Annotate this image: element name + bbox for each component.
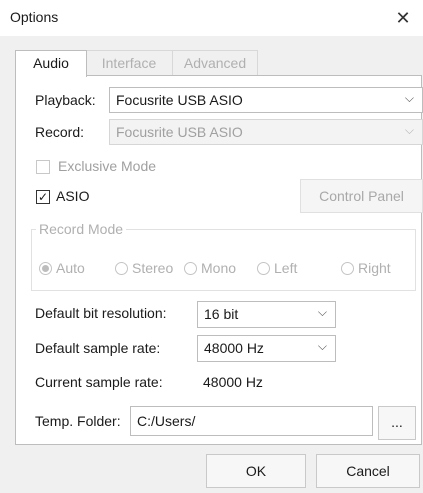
chevron-down-icon: ⌵ xyxy=(317,339,327,353)
browse-button[interactable]: ... xyxy=(378,406,416,440)
asio-label: ASIO xyxy=(56,188,90,204)
record-label: Record: xyxy=(35,124,85,140)
close-icon[interactable]: ✕ xyxy=(383,0,423,36)
bit-resolution-value: 16 bit xyxy=(204,306,239,322)
bit-resolution-select[interactable]: 16 bit ⌵ xyxy=(197,301,336,328)
record-mode-stereo-label: Stereo xyxy=(132,260,174,276)
check-icon: ✓ xyxy=(37,190,49,204)
record-mode-left-radio[interactable] xyxy=(257,262,270,275)
current-sample-rate-value: 48000 Hz xyxy=(203,374,263,390)
record-mode-title: Record Mode xyxy=(36,221,127,237)
tab-audio[interactable]: Audio xyxy=(15,50,87,77)
exclusive-mode-label: Exclusive Mode xyxy=(58,158,157,174)
record-select[interactable]: Focusrite USB ASIO ⌵ xyxy=(109,119,423,145)
playback-label: Playback: xyxy=(35,92,96,108)
record-mode-left-label: Left xyxy=(274,260,298,276)
title-bar: Options ✕ xyxy=(0,0,423,36)
chevron-down-icon: ⌵ xyxy=(404,123,414,137)
tab-advanced[interactable]: Advanced xyxy=(172,50,258,76)
tab-interface[interactable]: Interface xyxy=(85,50,173,76)
cancel-button[interactable]: Cancel xyxy=(316,454,420,488)
audio-panel: Playback: Focusrite USB ASIO ⌵ Record: F… xyxy=(15,75,423,445)
asio-checkbox[interactable]: ✓ xyxy=(36,190,50,204)
sample-rate-label: Default sample rate: xyxy=(35,340,161,356)
record-mode-auto-label: Auto xyxy=(56,260,85,276)
temp-folder-input[interactable]: C:/Users/ xyxy=(130,406,373,436)
playback-value: Focusrite USB ASIO xyxy=(116,92,243,108)
ok-button[interactable]: OK xyxy=(206,454,306,488)
control-panel-button[interactable]: Control Panel xyxy=(300,179,423,213)
window-title: Options xyxy=(10,9,59,25)
sample-rate-select[interactable]: 48000 Hz ⌵ xyxy=(197,335,336,362)
record-value: Focusrite USB ASIO xyxy=(116,124,243,140)
playback-select[interactable]: Focusrite USB ASIO ⌵ xyxy=(109,87,423,113)
bit-resolution-label: Default bit resolution: xyxy=(35,305,167,321)
record-mode-stereo-radio[interactable] xyxy=(115,262,128,275)
chevron-down-icon: ⌵ xyxy=(317,305,327,319)
temp-folder-label: Temp. Folder: xyxy=(35,413,121,429)
record-mode-right-radio[interactable] xyxy=(341,262,354,275)
current-sample-rate-label: Current sample rate: xyxy=(35,374,163,390)
record-mode-mono-radio[interactable] xyxy=(184,262,197,275)
sample-rate-value: 48000 Hz xyxy=(204,340,264,356)
record-mode-mono-label: Mono xyxy=(201,260,237,276)
record-mode-right-label: Right xyxy=(358,260,391,276)
temp-folder-value: C:/Users/ xyxy=(137,413,196,429)
record-mode-auto-radio[interactable] xyxy=(39,262,52,275)
exclusive-mode-checkbox[interactable] xyxy=(36,160,50,174)
chevron-down-icon: ⌵ xyxy=(404,91,414,105)
